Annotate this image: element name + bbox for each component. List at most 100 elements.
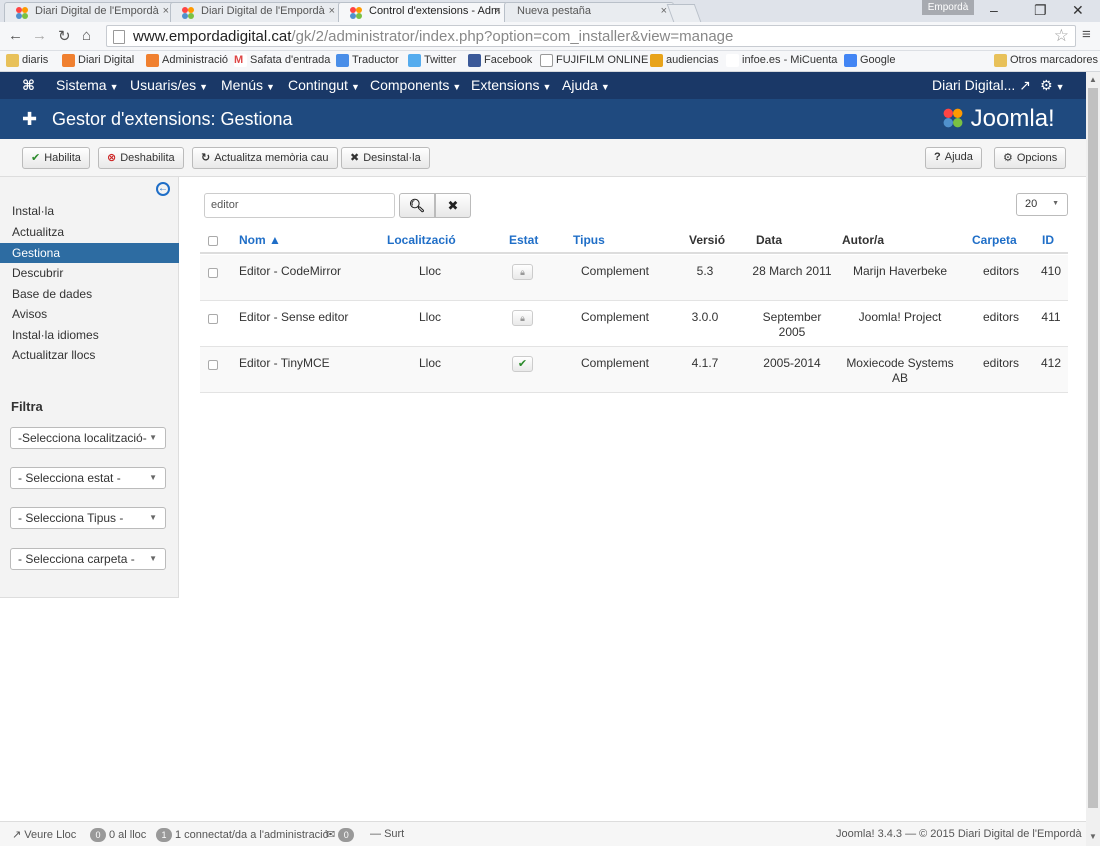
column-status[interactable]: Estat	[509, 233, 538, 247]
row-checkbox[interactable]	[208, 268, 218, 278]
user-menu[interactable]: ⚙ ▼	[1040, 77, 1064, 94]
browser-tab[interactable]: Diari Digital de l'Empordà ×	[170, 2, 342, 22]
filter-status-select[interactable]: - Selecciona estat - ▼	[10, 467, 166, 489]
sidebar-item-database[interactable]: Base de dades	[0, 284, 179, 304]
view-site-link[interactable]: ↗ Veure Lloc	[12, 828, 76, 841]
extension-name: Editor - TinyMCE	[239, 356, 330, 370]
joomla-icon	[62, 54, 75, 67]
bookmark-item[interactable]: Administració	[146, 54, 228, 67]
caret-down-icon: ▼	[199, 82, 209, 92]
nav-sistema[interactable]: Sistema ▼	[56, 77, 119, 93]
minimize-icon[interactable]: –	[990, 2, 998, 18]
bookmark-item[interactable]: Diari Digital	[62, 54, 134, 67]
close-window-icon[interactable]: ✕	[1072, 2, 1084, 19]
tab-close-icon[interactable]: ×	[661, 5, 667, 17]
browser-tab-active[interactable]: Control d'extensions - Adm ×	[338, 2, 508, 22]
filter-folder-select[interactable]: - Selecciona carpeta - ▼	[10, 548, 166, 570]
translator-icon	[336, 54, 349, 67]
help-button[interactable]: ? Ajuda	[925, 147, 982, 169]
row-checkbox[interactable]	[208, 360, 218, 370]
column-id[interactable]: ID	[1042, 233, 1054, 247]
sidebar-item-discover[interactable]: Descubrir	[0, 263, 179, 283]
nav-extensions[interactable]: Extensions ▼	[471, 77, 551, 93]
column-folder[interactable]: Carpeta	[972, 233, 1017, 247]
google-icon	[844, 54, 857, 67]
bookmark-item[interactable]: infoe.es - MiCuenta	[726, 54, 837, 67]
uninstall-button[interactable]: ✖ Desinstal·la	[341, 147, 430, 169]
row-checkbox[interactable]	[208, 314, 218, 324]
disable-button[interactable]: ⊗ Deshabilita	[98, 147, 184, 169]
messages-badge: 0	[338, 828, 355, 842]
bookmark-item[interactable]: Google	[844, 54, 895, 67]
column-location[interactable]: Localització	[387, 233, 456, 247]
version-copyright: Joomla! 3.4.3 — © 2015 Diari Digital de …	[836, 828, 1082, 840]
extension-type: Complement	[580, 310, 650, 324]
nav-contingut[interactable]: Contingut ▼	[288, 77, 360, 93]
search-button[interactable]: 🔍︎	[399, 193, 435, 218]
reload-icon[interactable]: ↻	[58, 27, 71, 45]
nav-components[interactable]: Components ▼	[370, 77, 461, 93]
caret-down-icon: ▼	[600, 82, 610, 92]
extension-type: Complement	[580, 264, 650, 278]
logout-link[interactable]: — Surt	[370, 828, 404, 840]
browser-tab[interactable]: Nueva pestaña ×	[504, 2, 674, 22]
tab-close-icon[interactable]: ×	[329, 5, 335, 17]
bookmarks-bar: diaris Diari Digital Administració M Safa…	[0, 51, 1100, 72]
sidebar-item-install[interactable]: Instal·la	[0, 201, 179, 221]
sidebar-item-update-sites[interactable]: Actualitzar llocs	[0, 345, 179, 365]
admins-badge: 1	[156, 828, 172, 842]
nav-menus[interactable]: Menús ▼	[221, 77, 275, 93]
filter-type-select[interactable]: - Selecciona Tipus - ▼	[10, 507, 166, 529]
nav-usuaris[interactable]: Usuaris/es ▼	[130, 77, 208, 93]
bookmark-item[interactable]: Twitter	[408, 54, 456, 67]
tab-close-icon[interactable]: ×	[495, 5, 501, 17]
url-input[interactable]: www.empordadigital.cat/gk/2/administrato…	[106, 25, 1076, 47]
bookmark-item[interactable]: audiencias	[650, 54, 719, 67]
column-name[interactable]: Nom ▲	[239, 233, 281, 247]
visitors-status: 00 al lloc	[90, 828, 146, 842]
restore-icon[interactable]: ❐	[1034, 2, 1047, 19]
status-enabled-check-icon[interactable]: ✔	[512, 356, 533, 372]
bookmark-item[interactable]: M Safata d'entrada	[234, 54, 330, 67]
browser-profile-badge[interactable]: Empordà	[922, 0, 974, 15]
collapse-sidebar-icon[interactable]: ←	[156, 182, 170, 196]
scrollbar-thumb[interactable]	[1088, 88, 1098, 808]
bookmark-item[interactable]: Facebook	[468, 54, 532, 67]
select-all-checkbox[interactable]	[208, 236, 218, 246]
forward-icon[interactable]: →	[32, 27, 47, 44]
bookmark-item[interactable]: FUJIFILM ONLINE	[540, 54, 648, 67]
home-icon[interactable]: ⌂	[82, 27, 91, 44]
joomla-menu-icon[interactable]: ⌘	[22, 77, 35, 94]
url-path: /gk/2/administrator/index.php?option=com…	[291, 28, 734, 45]
bookmark-star-icon[interactable]: ☆	[1054, 26, 1069, 46]
scroll-down-icon[interactable]: ▼	[1089, 832, 1097, 841]
enable-button[interactable]: ✔ Habilita	[22, 147, 90, 169]
options-button[interactable]: ⚙ Opcions	[994, 147, 1067, 169]
back-icon[interactable]: ←	[8, 27, 23, 44]
browser-tab[interactable]: Diari Digital de l'Empordà ×	[4, 2, 176, 22]
nav-ajuda[interactable]: Ajuda ▼	[562, 77, 610, 93]
page-scrollbar[interactable]: ▲ ▼	[1086, 72, 1100, 846]
refresh-cache-button[interactable]: ↻ Actualitza memòria cau	[192, 147, 338, 169]
search-input[interactable]: editor	[204, 193, 395, 218]
browser-menu-icon[interactable]: ≡	[1082, 26, 1091, 43]
list-limit-select[interactable]: 20 ▼	[1016, 193, 1068, 216]
tab-close-icon[interactable]: ×	[163, 5, 169, 17]
filter-location-select[interactable]: -Selecciona localització- ▼	[10, 427, 166, 449]
extension-author: Joomla! Project	[858, 310, 942, 324]
url-host: www.empordadigital.cat	[133, 28, 292, 45]
site-link[interactable]: Diari Digital... ↗	[932, 77, 1031, 94]
sidebar-item-manage[interactable]: Gestiona	[0, 243, 179, 263]
bookmark-item[interactable]: diaris	[6, 54, 48, 67]
sidebar-item-warnings[interactable]: Avisos	[0, 304, 179, 324]
column-type[interactable]: Tipus	[573, 233, 605, 247]
new-tab-button[interactable]	[666, 4, 702, 22]
messages-status[interactable]: ✉ 0	[326, 828, 357, 842]
other-bookmarks[interactable]: Otros marcadores	[994, 54, 1098, 67]
clear-search-button[interactable]: ✖	[435, 193, 471, 218]
scroll-up-icon[interactable]: ▲	[1089, 75, 1097, 84]
twitter-icon	[408, 54, 421, 67]
sidebar-item-install-languages[interactable]: Instal·la idiomes	[0, 325, 179, 345]
sidebar-item-update[interactable]: Actualitza	[0, 222, 179, 242]
bookmark-item[interactable]: Traductor	[336, 54, 399, 67]
